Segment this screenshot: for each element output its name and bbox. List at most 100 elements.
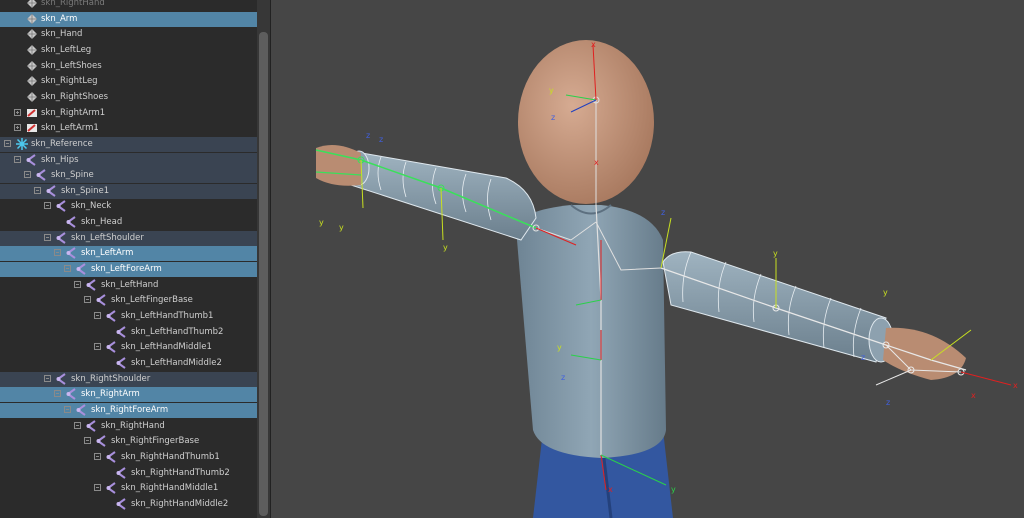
- joint-icon: [116, 466, 128, 479]
- outliner-item-label: skn_LeftHandThumb2: [131, 326, 224, 337]
- outliner-item[interactable]: skn_Hand: [0, 27, 257, 42]
- axis-label-y: y: [883, 288, 888, 297]
- mesh-icon: [26, 28, 38, 40]
- outliner-item-label: skn_RightHand: [41, 0, 105, 8]
- joint-icon: [66, 247, 78, 260]
- outliner-item[interactable]: skn_LeftHandThumb1: [0, 309, 257, 324]
- axis-label-z: z: [886, 398, 890, 407]
- joint-icon: [116, 357, 128, 369]
- outliner-item-label: skn_Reference: [31, 138, 93, 149]
- collapse-icon[interactable]: [64, 405, 71, 413]
- outliner-item[interactable]: skn_Spine1: [0, 183, 257, 199]
- outliner-item-label: skn_RightHandThumb2: [131, 467, 230, 478]
- outliner-item[interactable]: skn_Reference: [0, 136, 257, 152]
- right-arm-mesh[interactable]: [662, 251, 966, 380]
- expand-icon[interactable]: [14, 108, 21, 116]
- outliner-item[interactable]: skn_LeftShoulder: [0, 230, 257, 246]
- outliner-item[interactable]: skn_LeftHandMiddle2: [0, 356, 257, 371]
- collapse-icon[interactable]: [94, 343, 101, 351]
- collapse-icon[interactable]: [84, 296, 91, 304]
- mesh-icon: [26, 0, 38, 9]
- collapse-icon[interactable]: [94, 312, 101, 319]
- outliner-item[interactable]: skn_RightArm: [0, 387, 257, 403]
- collapse-icon[interactable]: [74, 421, 81, 429]
- outliner-item[interactable]: skn_LeftHand: [0, 278, 257, 293]
- outliner-item-label: skn_RightHandMiddle1: [121, 483, 219, 494]
- collapse-icon[interactable]: [54, 390, 61, 398]
- outliner-item[interactable]: skn_LeftFingerBase: [0, 293, 257, 308]
- torso-mesh[interactable]: [516, 204, 666, 458]
- outliner-item[interactable]: skn_RightHand: [0, 419, 257, 434]
- joint-icon: [66, 216, 78, 228]
- outliner-item-label: skn_RightHand: [101, 420, 165, 431]
- outliner-item[interactable]: skn_RightFingerBase: [0, 434, 257, 449]
- outliner-item[interactable]: skn_RightArm1: [0, 106, 257, 121]
- left-arm-mesh[interactable]: [316, 144, 537, 241]
- outliner-item[interactable]: skn_RightForeArm: [0, 402, 257, 418]
- joint-icon: [76, 263, 88, 275]
- axis-label-x: x: [608, 485, 613, 494]
- collapse-icon[interactable]: [34, 186, 41, 194]
- outliner-item[interactable]: skn_Spine: [0, 168, 257, 184]
- collapse-icon[interactable]: [84, 437, 91, 445]
- outliner-item[interactable]: skn_LeftShoes: [0, 59, 257, 74]
- head-mesh[interactable]: [518, 40, 654, 204]
- outliner-item[interactable]: skn_RightShoes: [0, 90, 257, 105]
- outliner-item[interactable]: skn_RightHandThumb1: [0, 450, 257, 465]
- axis-label-z: z: [366, 131, 370, 140]
- outliner-item-label: skn_Hand: [41, 29, 83, 40]
- axis-label-x: x: [591, 40, 596, 49]
- joint-icon: [86, 419, 98, 432]
- collapse-icon[interactable]: [44, 374, 51, 382]
- outliner-panel: skn_RightHand skn_Arm skn_Hand skn_LeftLeg s…: [0, 0, 270, 518]
- outliner-item[interactable]: skn_LeftArm1: [0, 121, 257, 136]
- collapse-icon[interactable]: [94, 484, 101, 492]
- brush-icon: [26, 122, 38, 134]
- outliner-item-label: skn_Spine1: [61, 185, 110, 196]
- axis-label-z: z: [551, 113, 555, 122]
- outliner-item[interactable]: skn_RightLeg: [0, 74, 257, 89]
- outliner-scroll-thumb[interactable]: [259, 32, 268, 516]
- outliner-item[interactable]: skn_LeftLeg: [0, 43, 257, 58]
- outliner-item[interactable]: skn_LeftHandThumb2: [0, 325, 257, 340]
- joint-icon: [76, 404, 88, 416]
- collapse-icon[interactable]: [74, 280, 81, 288]
- collapse-icon[interactable]: [24, 171, 31, 179]
- outliner-item[interactable]: skn_Arm: [0, 11, 257, 27]
- joint-icon: [116, 497, 128, 510]
- collapse-icon[interactable]: [14, 155, 21, 163]
- collapse-icon[interactable]: [4, 139, 11, 147]
- outliner-item[interactable]: skn_Neck: [0, 199, 257, 214]
- collapse-icon[interactable]: [54, 249, 61, 257]
- joint-icon: [36, 169, 48, 181]
- joint-icon: [106, 310, 118, 322]
- collapse-icon[interactable]: [64, 265, 71, 273]
- outliner-item-label: skn_RightHandThumb1: [121, 451, 220, 462]
- outliner-item[interactable]: skn_LeftHandMiddle1: [0, 340, 257, 355]
- outliner-item[interactable]: skn_LeftArm: [0, 246, 257, 262]
- collapse-icon[interactable]: [44, 233, 51, 241]
- joint-icon: [56, 372, 68, 385]
- outliner-item[interactable]: skn_RightHand: [0, 0, 257, 11]
- brush-icon: [26, 107, 38, 119]
- asterisk-icon: [16, 137, 28, 150]
- joint-icon: [56, 200, 68, 213]
- outliner-item[interactable]: skn_RightHandThumb2: [0, 466, 257, 481]
- collapse-icon[interactable]: [94, 452, 101, 460]
- viewport-scene: x y z x y z z z y y y y z y x x z z x y: [315, 40, 1018, 518]
- outliner-item[interactable]: skn_RightShoulder: [0, 371, 257, 387]
- joint-icon: [106, 451, 118, 463]
- axis-label-y: y: [549, 86, 554, 95]
- collapse-icon[interactable]: [44, 202, 51, 210]
- outliner-item[interactable]: skn_Hips: [0, 152, 257, 168]
- outliner-item[interactable]: skn_LeftForeArm: [0, 262, 257, 278]
- outliner-scrollbar[interactable]: [257, 0, 270, 518]
- outliner-item[interactable]: skn_RightHandMiddle2: [0, 497, 257, 512]
- expand-icon[interactable]: [14, 124, 21, 132]
- outliner-item[interactable]: skn_RightHandMiddle1: [0, 481, 257, 496]
- axis-label-x: x: [1013, 381, 1018, 390]
- joint-icon: [106, 482, 118, 494]
- outliner-item-label: skn_LeftHand: [101, 279, 159, 290]
- viewport-3d[interactable]: x y z x y z z z y y y y z y x x z z x y: [270, 0, 1024, 518]
- outliner-item[interactable]: skn_Head: [0, 215, 257, 230]
